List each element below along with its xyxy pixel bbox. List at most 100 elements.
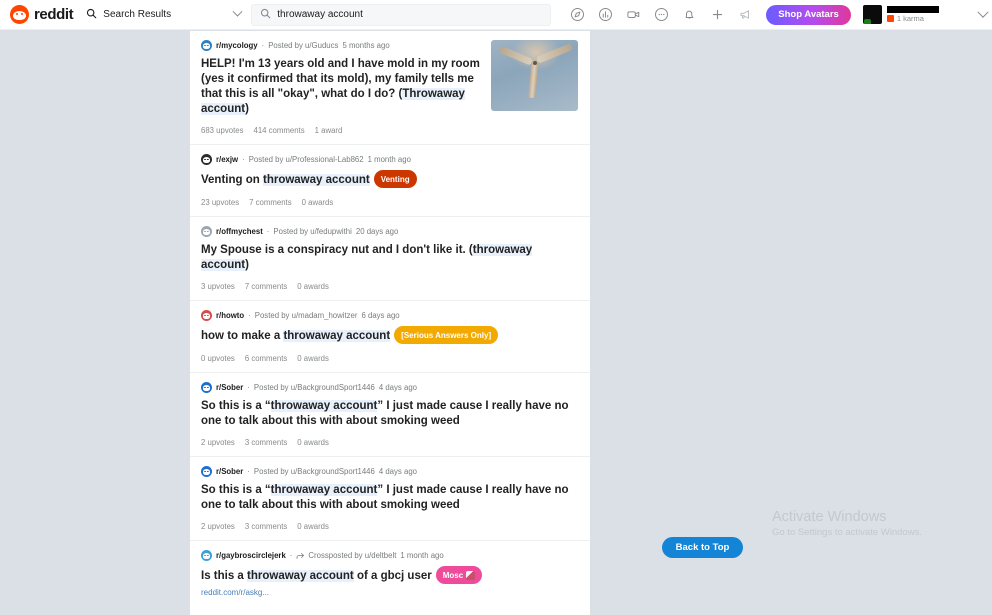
post-stats: 0 upvotes 6 comments 0 awards: [201, 354, 578, 363]
header-icon-group: [568, 5, 755, 24]
windows-activation-watermark: Activate Windows Go to Settings to activ…: [772, 508, 922, 540]
subreddit-avatar-icon: [201, 226, 212, 237]
user-account-menu[interactable]: 1 karma: [862, 5, 989, 24]
search-scope-dropdown[interactable]: Search Results: [86, 4, 243, 26]
reddit-wordmark: reddit: [34, 6, 74, 23]
post-title[interactable]: My Spouse is a conspiracy nut and I don'…: [201, 243, 578, 273]
post-meta: r/offmychest · Posted by u/fedupwithi 20 da…: [201, 226, 578, 237]
advertise-megaphone-icon[interactable]: [736, 5, 755, 24]
subreddit-link[interactable]: r/Sober: [216, 382, 243, 393]
post-author[interactable]: Posted by u/Professional-Lab862: [249, 154, 364, 165]
crosspost-icon: [296, 552, 305, 560]
post-flair-badge[interactable]: Venting: [373, 170, 417, 188]
meta-separator: ·: [261, 41, 265, 50]
create-post-icon[interactable]: [708, 5, 727, 24]
subreddit-link[interactable]: r/offmychest: [216, 226, 263, 237]
search-result-post[interactable]: r/gaybroscirclejerk · Crossposted by u/del…: [190, 541, 590, 615]
post-author[interactable]: Posted by u/BackgroundSport1446: [254, 382, 375, 393]
post-title[interactable]: how to make a throwaway account [Serious …: [201, 326, 578, 345]
reddit-snoo-logo-icon: [10, 5, 29, 24]
post-title-segment: how to make a: [201, 330, 284, 343]
reddit-home-logo[interactable]: reddit: [0, 5, 74, 24]
post-title-highlight: throwaway account: [262, 174, 370, 187]
post-meta: r/Sober · Posted by u/BackgroundSport1446 4…: [201, 382, 578, 393]
watermark-subtitle: Go to Settings to activate Windows.: [772, 527, 922, 538]
post-flair-badge[interactable]: [Serious Answers Only]: [394, 326, 499, 344]
post-author[interactable]: Posted by u/madam_howitzer: [255, 310, 358, 321]
post-stats: 3 upvotes 7 comments 0 awards: [201, 282, 578, 291]
search-box[interactable]: [251, 3, 552, 26]
back-to-top-button[interactable]: Back to Top: [662, 537, 743, 558]
post-author[interactable]: Posted by u/fedupwithi: [273, 226, 351, 237]
post-awards: 0 awards: [297, 522, 329, 531]
search-result-post[interactable]: r/exjw · Posted by u/Professional-Lab862 1 …: [190, 145, 590, 217]
post-comments: 7 comments: [249, 198, 292, 207]
search-scope-label: Search Results: [103, 9, 172, 20]
search-result-post[interactable]: r/howto · Posted by u/madam_howitzer 6 days…: [190, 301, 590, 373]
post-timestamp: 5 months ago: [342, 41, 390, 50]
top-navigation-bar: reddit Search Results throwaway account …: [0, 0, 992, 30]
subreddit-link[interactable]: r/mycology: [216, 40, 258, 51]
subreddit-link[interactable]: r/exjw: [216, 154, 238, 165]
search-scope-icon: [86, 8, 97, 22]
post-thumbnail[interactable]: [491, 40, 578, 111]
username-redacted: [886, 6, 939, 13]
post-timestamp: 4 days ago: [378, 383, 417, 392]
search-result-post[interactable]: r/Sober · Posted by u/BackgroundSport1446 4…: [190, 373, 590, 457]
post-author[interactable]: Posted by u/BackgroundSport1446: [254, 466, 375, 477]
post-title[interactable]: Venting on throwaway account Venting: [201, 170, 578, 189]
post-author[interactable]: Posted by u/Guducs: [268, 40, 338, 51]
flair-emoji-icon: [466, 570, 476, 580]
chevron-down-icon: [977, 6, 989, 18]
trending-icon[interactable]: [596, 5, 615, 24]
post-awards: 0 awards: [301, 198, 334, 207]
post-title-segment: My Spouse is a conspiracy nut and I don'…: [201, 244, 473, 256]
subreddit-link[interactable]: r/Sober: [216, 466, 243, 477]
post-title-highlight: throwaway account: [270, 484, 378, 496]
post-title[interactable]: So this is a “throwaway account” I just …: [201, 483, 578, 513]
subreddit-avatar-icon: [201, 466, 212, 477]
post-flair-label: Venting: [380, 174, 410, 184]
post-meta: r/exjw · Posted by u/Professional-Lab862 1 …: [201, 154, 578, 165]
meta-separator: ·: [289, 551, 293, 560]
search-result-post[interactable]: r/mycology · Posted by u/Guducs 5 months ag…: [190, 31, 590, 145]
post-title[interactable]: HELP! I'm 13 years old and I have mold i…: [201, 57, 481, 117]
post-title-segment: Venting on: [201, 174, 263, 187]
post-upvotes: 2 upvotes: [201, 522, 235, 531]
post-flair-badge[interactable]: Mosc: [435, 566, 483, 584]
search-result-post[interactable]: r/Sober · Posted by u/BackgroundSport1446 4…: [190, 457, 590, 541]
post-source-link[interactable]: reddit.com/r/askg...: [201, 588, 578, 597]
post-title-segment: of a gbcj user: [353, 570, 432, 583]
video-camera-icon[interactable]: [624, 5, 643, 24]
post-upvotes: 683 upvotes: [201, 126, 244, 135]
post-title[interactable]: Is this a throwaway account of a gbcj us…: [201, 566, 578, 585]
post-awards: 0 awards: [297, 282, 329, 291]
search-input[interactable]: [277, 9, 543, 20]
search-result-post[interactable]: r/offmychest · Posted by u/fedupwithi 20 da…: [190, 217, 590, 301]
post-title[interactable]: So this is a “throwaway account” I just …: [201, 399, 578, 429]
user-avatar: [862, 5, 882, 24]
notification-bell-icon[interactable]: [680, 5, 699, 24]
shop-avatars-label: Shop Avatars: [778, 9, 839, 20]
meta-separator: ·: [266, 227, 270, 236]
post-stats: 23 upvotes 7 comments 0 awards: [201, 198, 578, 207]
post-meta: r/gaybroscirclejerk · Crossposted by u/del…: [201, 550, 578, 561]
subreddit-avatar-icon: [201, 382, 212, 393]
post-comments: 6 comments: [244, 354, 288, 363]
post-title-highlight: throwaway account: [283, 330, 391, 343]
shop-avatars-button[interactable]: Shop Avatars: [766, 4, 851, 25]
compass-icon[interactable]: [568, 5, 587, 24]
post-title-highlight: throwaway account: [247, 570, 354, 583]
post-stats: 683 upvotes 414 comments 1 award: [201, 126, 481, 135]
watermark-title: Activate Windows: [772, 509, 887, 525]
subreddit-link[interactable]: r/gaybroscirclejerk: [216, 550, 286, 561]
post-timestamp: 1 month ago: [400, 551, 444, 560]
subreddit-link[interactable]: r/howto: [216, 310, 244, 321]
post-upvotes: 3 upvotes: [201, 282, 235, 291]
post-upvotes: 2 upvotes: [201, 438, 235, 447]
subreddit-avatar-icon: [201, 40, 212, 51]
post-comments: 3 comments: [244, 522, 288, 531]
post-upvotes: 0 upvotes: [201, 354, 235, 363]
post-author[interactable]: Crossposted by u/deltbelt: [308, 550, 396, 561]
chat-bubble-icon[interactable]: [652, 5, 671, 24]
